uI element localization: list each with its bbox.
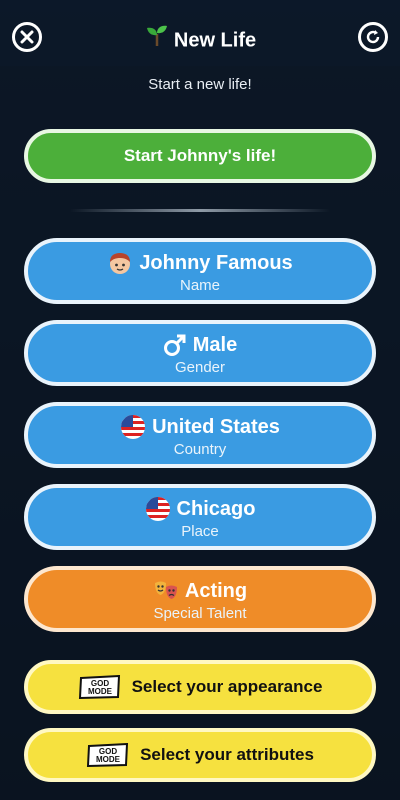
country-option-button[interactable]: United States Country [24, 402, 376, 468]
select-attributes-button[interactable]: GOD MODE Select your attributes [24, 728, 376, 782]
select-appearance-label: Select your appearance [131, 677, 323, 696]
us-flag-icon [120, 414, 146, 440]
gender-value: Male [192, 333, 238, 356]
refresh-icon [366, 30, 380, 44]
svg-text:MODE: MODE [96, 755, 121, 764]
place-value: Chicago [176, 497, 256, 520]
country-value: United States [152, 415, 280, 438]
us-flag-icon [145, 496, 171, 522]
place-option-button[interactable]: Chicago Place [24, 484, 376, 550]
gender-option-button[interactable]: Male Gender [24, 320, 376, 386]
face-icon [107, 250, 133, 276]
gender-label: Gender [174, 359, 226, 376]
select-attributes-label: Select your attributes [140, 745, 314, 764]
page-title: New Life [0, 22, 400, 60]
place-label: Place [181, 523, 219, 540]
name-option-button[interactable]: Johnny Famous Name [24, 238, 376, 304]
country-label: Country [173, 441, 227, 458]
talent-option-button[interactable]: Acting Special Talent [24, 566, 376, 632]
theater-masks-icon [153, 578, 179, 604]
modal-header: New Life [0, 22, 400, 58]
start-life-button[interactable]: Start Johnny's life! [24, 129, 376, 183]
god-mode-icon: GOD MODE [78, 675, 122, 699]
name-value: Johnny Famous [139, 251, 293, 274]
god-mode-icon: GOD MODE [86, 743, 130, 767]
subtitle: Start a new life! [148, 76, 252, 93]
name-label: Name [179, 277, 220, 294]
refresh-button[interactable] [358, 22, 388, 52]
male-icon [163, 333, 187, 357]
talent-label: Special Talent [153, 605, 247, 622]
title-text: New Life [173, 29, 257, 52]
talent-value: Acting [184, 579, 248, 602]
select-appearance-button[interactable]: GOD MODE Select your appearance [24, 660, 376, 714]
svg-text:MODE: MODE [88, 687, 113, 696]
sprout-icon [144, 22, 170, 60]
divider [70, 209, 330, 212]
